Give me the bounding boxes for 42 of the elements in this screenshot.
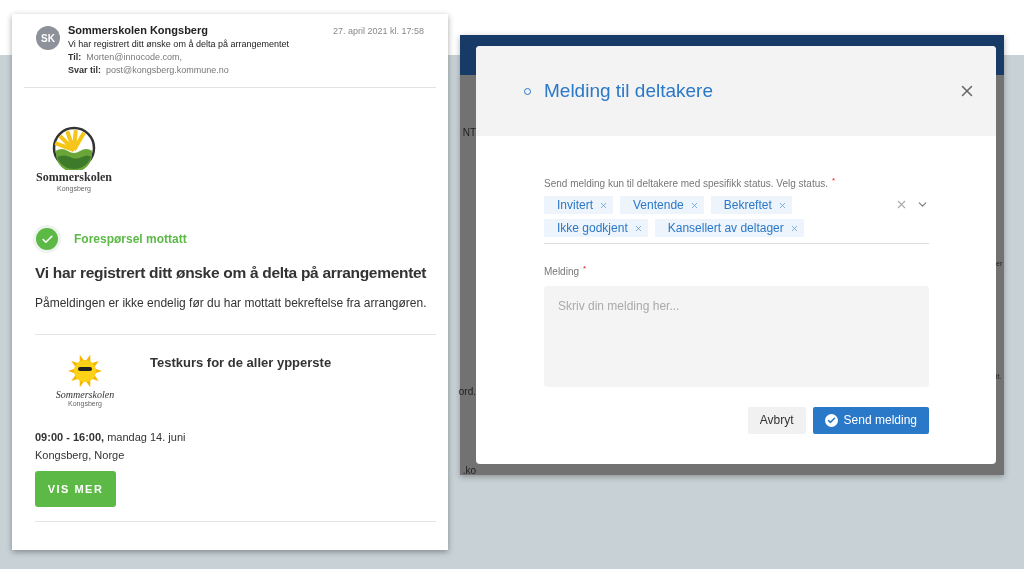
logo-name: Sommerskolen [55, 389, 115, 400]
sender-name: Sommerskolen Kongsberg [68, 24, 209, 36]
status-tag[interactable]: Bekreftet [710, 196, 792, 215]
text-fragment: .ko [462, 465, 476, 476]
required-mark: * [832, 176, 836, 185]
text-fragment: NT [462, 127, 476, 138]
event-time: 09:00 - 16:00, mandag 14. juni [35, 431, 187, 443]
remove-icon[interactable] [599, 200, 608, 210]
send-button[interactable]: Send melding [812, 406, 929, 434]
dialog-title: Melding til deltakere [544, 80, 714, 102]
email-body: Påmeldingen er ikke endelig før du har mottatt bekreftelse fra arrangøren. [35, 296, 428, 310]
status-tag[interactable]: Ikke godkjent [544, 219, 648, 238]
required-mark: * [583, 264, 587, 274]
message-field[interactable]: Skriv din melding her... [544, 285, 929, 387]
event-location: Kongsberg, Norge [35, 449, 126, 461]
status-text: Forespørsel mottatt [74, 232, 187, 246]
show-more-button[interactable]: VIS MER [35, 471, 116, 507]
status-label: Send melding kun til deltakere med spesifikk status. Velg status. $^{*}$ [544, 176, 837, 190]
message-label: Melding $^{*}$ [544, 264, 588, 278]
status-tag[interactable]: Ventende [620, 196, 704, 215]
status-tag[interactable]: Kansellert av deltager [654, 219, 804, 238]
sun-icon [67, 353, 103, 389]
to-label: Til: [68, 52, 82, 62]
to-address: Morten@innocode.com, [86, 52, 183, 62]
status-tag[interactable]: Invitert [544, 196, 613, 215]
cancel-button[interactable]: Avbryt [747, 406, 806, 434]
email-date: 27. april 2021 kl. 17:58 [332, 26, 424, 36]
status-select[interactable]: Invitert Ventende Bekreftet Ikke godkjent Kansellert av deltager [544, 189, 929, 245]
email-subject: Vi har registrert ditt ønske om å delta på arrangementet [68, 39, 290, 49]
reply-to-label: Svar til: [68, 65, 101, 75]
check-icon [824, 413, 838, 427]
remove-icon[interactable] [633, 223, 643, 233]
remove-icon[interactable] [689, 200, 699, 210]
reply-to-address: post@kongsberg.kommune.no [106, 65, 229, 75]
avatar: SK [36, 26, 60, 50]
event-title: Testkurs for de aller ypperste [150, 355, 332, 372]
remove-icon[interactable] [777, 200, 787, 210]
logo-name: Sommerskolen [36, 170, 112, 185]
check-icon [36, 228, 58, 250]
email-heading: Vi har registrert ditt ønske om å delta på arrangementet [35, 264, 428, 282]
sun-hills-icon [52, 126, 96, 170]
remove-icon[interactable] [789, 223, 799, 233]
